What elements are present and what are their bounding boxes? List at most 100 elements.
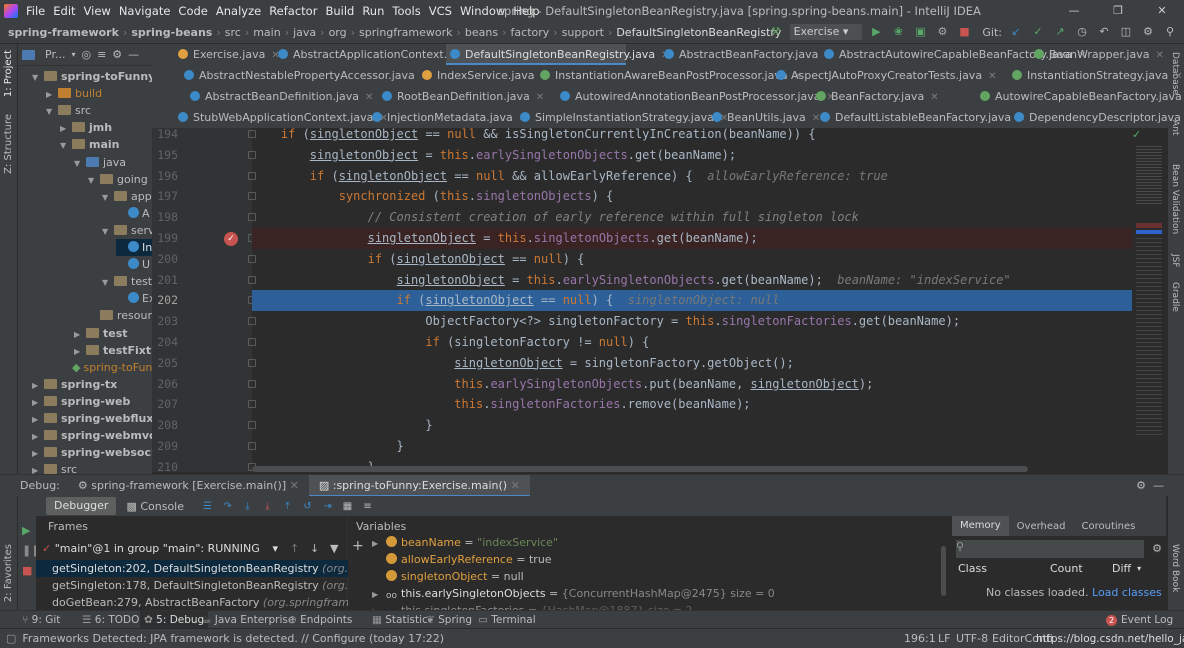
editor-tab[interactable]: AbstractBeanFactory.java✕ [660, 44, 833, 65]
editor-tab[interactable]: BeanUtils.java ✕ [708, 107, 820, 128]
breadcrumb-item[interactable]: beans [465, 26, 498, 39]
code-line[interactable]: singletonObject = this.earlySingletonObj… [252, 270, 1152, 291]
evaluate-expression-icon[interactable]: ▦ [340, 499, 355, 514]
project-tree-item[interactable]: ▶ test [74, 325, 128, 342]
breadcrumb-item[interactable]: org [329, 26, 347, 39]
console-tab[interactable]: ▩ Console [126, 500, 184, 513]
code-minimap[interactable]: ✓ [1132, 128, 1168, 472]
bottom-tab-terminal[interactable]: ▭ Terminal [474, 611, 540, 629]
menu-build[interactable]: Build [325, 4, 354, 18]
gear-icon[interactable]: ⚙ [112, 48, 122, 61]
close-tab-icon[interactable]: ✕ [1174, 71, 1182, 82]
status-message[interactable]: Frameworks Detected: JPA framework is de… [22, 632, 444, 645]
line-number[interactable]: 199 [152, 228, 178, 249]
project-tree-item[interactable]: A [116, 205, 150, 222]
editor-tab[interactable]: DependencyDescriptor.java✕ [1010, 107, 1181, 128]
breadcrumb-item[interactable]: java [293, 26, 316, 39]
code-line[interactable]: singletonObject = singletonFactory.getOb… [252, 353, 1152, 374]
show-execution-point-icon[interactable]: ☰ [200, 499, 215, 514]
minimize-icon[interactable]: — [1052, 0, 1096, 22]
collapse-icon[interactable]: ≡ [97, 48, 106, 61]
breakpoint-icon[interactable]: ✓ [224, 232, 238, 246]
count-column-header[interactable]: Count [1050, 562, 1112, 575]
editor-tab[interactable]: BeanWrapper.java ✕ [1030, 44, 1166, 65]
menu-navigate[interactable]: Navigate [119, 4, 171, 18]
line-number[interactable]: 208 [152, 415, 178, 436]
variable-row[interactable]: singletonObject = null [372, 568, 942, 585]
close-tab-icon[interactable]: ✕ [365, 92, 373, 103]
debug-session-tab[interactable]: ⚙ spring-framework [Exercise.main()] ✕ [78, 479, 309, 492]
code-line[interactable]: ObjectFactory<?> singletonFactory = this… [252, 311, 1152, 332]
project-tree-item[interactable]: ▶ spring-webmvc [32, 427, 156, 444]
menu-vcs[interactable]: VCS [429, 4, 452, 18]
line-number[interactable]: 204 [152, 332, 178, 353]
chevron-down-icon[interactable]: ▾ [71, 50, 75, 59]
chevron-right-icon[interactable]: ▼ [46, 103, 54, 120]
code-line[interactable]: } [252, 415, 1152, 436]
chevron-right-icon[interactable]: ▶ [32, 394, 40, 411]
breadcrumb-item[interactable]: springframework [359, 26, 452, 39]
hide-icon[interactable]: — [1153, 479, 1164, 492]
code-line[interactable]: // Consistent creation of early referenc… [252, 207, 1152, 228]
chevron-right-icon[interactable]: ▶ [32, 377, 40, 394]
project-tree-item[interactable]: ▼ test [102, 273, 152, 290]
filter-icon[interactable]: ▼ [330, 542, 338, 555]
project-tree-item[interactable]: ▶ spring-tx [32, 376, 117, 393]
line-separator[interactable]: LF [938, 632, 950, 645]
line-number[interactable]: 198 [152, 207, 178, 228]
load-classes-link[interactable]: Load classes [1092, 586, 1162, 599]
history-icon[interactable]: ◷ [1074, 24, 1090, 40]
line-number[interactable]: 205 [152, 353, 178, 374]
project-tree-item[interactable]: ▶ jmh [60, 119, 112, 136]
hide-icon[interactable]: — [128, 48, 139, 61]
chevron-right-icon[interactable]: ▶ [32, 428, 40, 445]
coroutines-tab[interactable]: Coroutines [1074, 521, 1144, 532]
run-icon[interactable]: ▶ [868, 24, 884, 40]
project-tree-item[interactable]: ▶ spring-web [32, 393, 130, 410]
rollback-icon[interactable]: ↶ [1096, 24, 1112, 40]
line-number[interactable]: 207 [152, 394, 178, 415]
chevron-right-icon[interactable]: ▶ [74, 343, 82, 360]
code-line[interactable]: if (singletonObject == null) { [252, 249, 1152, 270]
close-tab-icon[interactable]: ✕ [930, 92, 938, 103]
thread-selector[interactable]: ✓ "main"@1 in group "main": RUNNING ▾ [42, 540, 282, 558]
add-watch-icon[interactable]: + [352, 538, 364, 554]
event-log-button[interactable]: 2 Event Log [1106, 614, 1173, 626]
project-tree-item[interactable]: U [116, 256, 150, 273]
bottom-tab-todo[interactable]: ☰ 6: TODO [78, 611, 143, 629]
editor-tab[interactable]: DefaultListableBeanFactory.java✕ [816, 107, 1026, 128]
project-structure-icon[interactable]: ◫ [1118, 24, 1134, 40]
chevron-down-icon[interactable]: ▼ [60, 137, 68, 154]
editor-tab[interactable]: AutowiredAnnotationBeanPostProcessor.jav… [556, 86, 835, 107]
editor-tab[interactable]: RootBeanDefinition.java ✕ [378, 86, 544, 107]
close-tab-icon[interactable]: ✕ [536, 92, 544, 103]
editor-tab[interactable]: AbstractBeanDefinition.java ✕ [186, 86, 373, 107]
drop-frame-icon[interactable]: ↺ [300, 499, 315, 514]
editor-tab[interactable]: AbstractApplicationContext.java✕ [274, 44, 485, 65]
chevron-right-icon[interactable]: ▶ [32, 411, 40, 428]
bean-validation-tool-button[interactable]: Bean Validation [1170, 164, 1180, 234]
project-tree-item[interactable]: In [116, 239, 153, 256]
search-icon[interactable]: ⚲ [1162, 24, 1178, 40]
project-tree-item[interactable]: ▼ servi [102, 222, 158, 239]
run-to-cursor-icon[interactable]: ⇥ [320, 499, 335, 514]
stop-icon[interactable]: ■ [22, 564, 32, 577]
editor-tab[interactable]: BeanFactory.java ✕ [812, 86, 958, 107]
breadcrumb-item[interactable]: DefaultSingletonBeanRegistry [616, 26, 781, 39]
line-number[interactable]: 194 [152, 128, 178, 145]
git-commit-icon[interactable]: ✓ [1030, 24, 1046, 40]
editor-tab[interactable]: AbstractAutowireCapableBeanFactory.java ✕ [820, 44, 1086, 65]
chevron-down-icon[interactable]: ▼ [102, 189, 110, 206]
code-line[interactable]: singletonObject = this.singletonObjects.… [252, 228, 1152, 249]
chevron-right-icon[interactable]: ▶ [372, 586, 384, 603]
project-tree-item[interactable]: ▼ app [102, 188, 152, 205]
close-tab-icon[interactable]: ✕ [1155, 50, 1163, 61]
line-number[interactable]: 203 [152, 311, 178, 332]
variables-scrollbar[interactable] [941, 546, 946, 596]
gear-icon[interactable]: ⚙ [1152, 542, 1162, 555]
class-column-header[interactable]: Class [958, 562, 1050, 575]
line-number[interactable]: 197 [152, 186, 178, 207]
code-line[interactable]: this.singletonFactories.remove(beanName)… [252, 394, 1152, 415]
code-line[interactable]: if (singletonFactory != null) { [252, 332, 1152, 353]
variable-row[interactable]: ▶ beanName = "indexService" [372, 534, 942, 551]
